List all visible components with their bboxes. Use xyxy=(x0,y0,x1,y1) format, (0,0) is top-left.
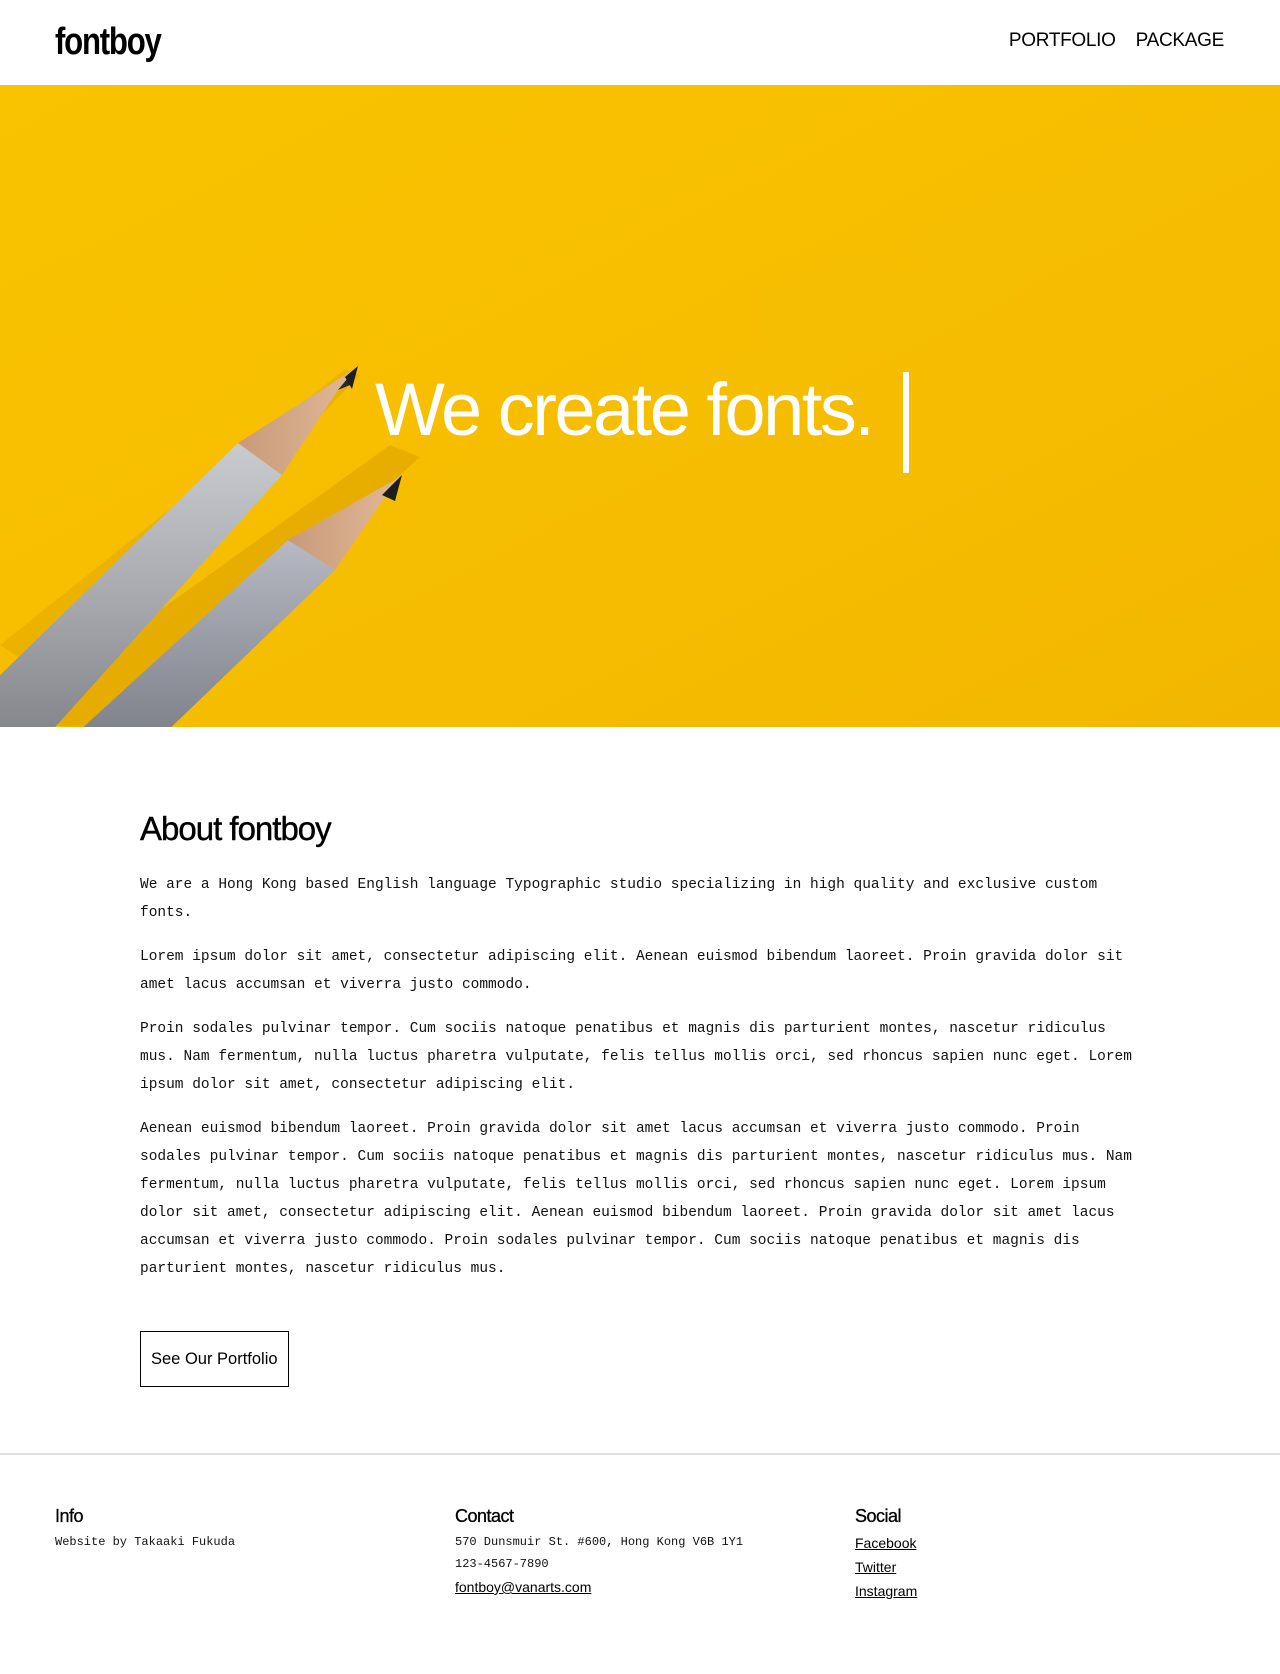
site-footer: Info Website by Takaaki Fukuda Contact 5… xyxy=(0,1453,1280,1674)
footer-contact-title: Contact xyxy=(455,1506,514,1526)
footer-email-link[interactable]: fontboy@vanarts.com xyxy=(455,1575,743,1599)
footer-social-column: Social Facebook Twitter Instagram xyxy=(855,1505,917,1603)
about-paragraph: Lorem ipsum dolor sit amet, consectetur … xyxy=(140,949,1124,993)
footer-contact-column: Contact 570 Dunsmuir St. #600, Hong Kong… xyxy=(455,1505,743,1599)
see-portfolio-button[interactable]: See Our Portfolio xyxy=(140,1331,289,1387)
about-paragraph: Aenean euismod bibendum laoreet. Proin g… xyxy=(140,1121,1132,1277)
site-header: fontboy PORTFOLIO PACKAGE xyxy=(0,0,1280,85)
main-nav: PORTFOLIO PACKAGE xyxy=(1009,30,1224,52)
nav-portfolio-link[interactable]: PORTFOLIO xyxy=(1009,30,1116,52)
hero-headline: We create fonts. xyxy=(375,368,875,451)
hero-banner: We create fonts. xyxy=(0,85,1280,727)
text-cursor xyxy=(903,372,909,473)
instagram-link[interactable]: Instagram xyxy=(855,1579,917,1603)
about-body: We are a Hong Kong based English languag… xyxy=(140,871,1140,1283)
footer-credit: Website by Takaaki Fukuda xyxy=(55,1535,236,1549)
about-paragraph: We are a Hong Kong based English languag… xyxy=(140,877,1098,921)
footer-info-column: Info Website by Takaaki Fukuda xyxy=(55,1505,235,1553)
footer-info-title: Info xyxy=(55,1506,84,1526)
footer-address: 570 Dunsmuir St. #600, Hong Kong V6B 1Y1 xyxy=(455,1535,744,1549)
footer-social-title: Social xyxy=(855,1506,902,1526)
nav-package-link[interactable]: PACKAGE xyxy=(1136,30,1225,52)
about-title: About fontboy xyxy=(140,810,332,847)
twitter-link[interactable]: Twitter xyxy=(855,1555,917,1579)
logo[interactable]: fontboy xyxy=(55,18,162,66)
about-section: About fontboy We are a Hong Kong based E… xyxy=(0,727,1280,1387)
about-paragraph: Proin sodales pulvinar tempor. Cum socii… xyxy=(140,1021,1132,1093)
footer-phone: 123-4567-7890 xyxy=(455,1557,549,1571)
facebook-link[interactable]: Facebook xyxy=(855,1531,917,1555)
